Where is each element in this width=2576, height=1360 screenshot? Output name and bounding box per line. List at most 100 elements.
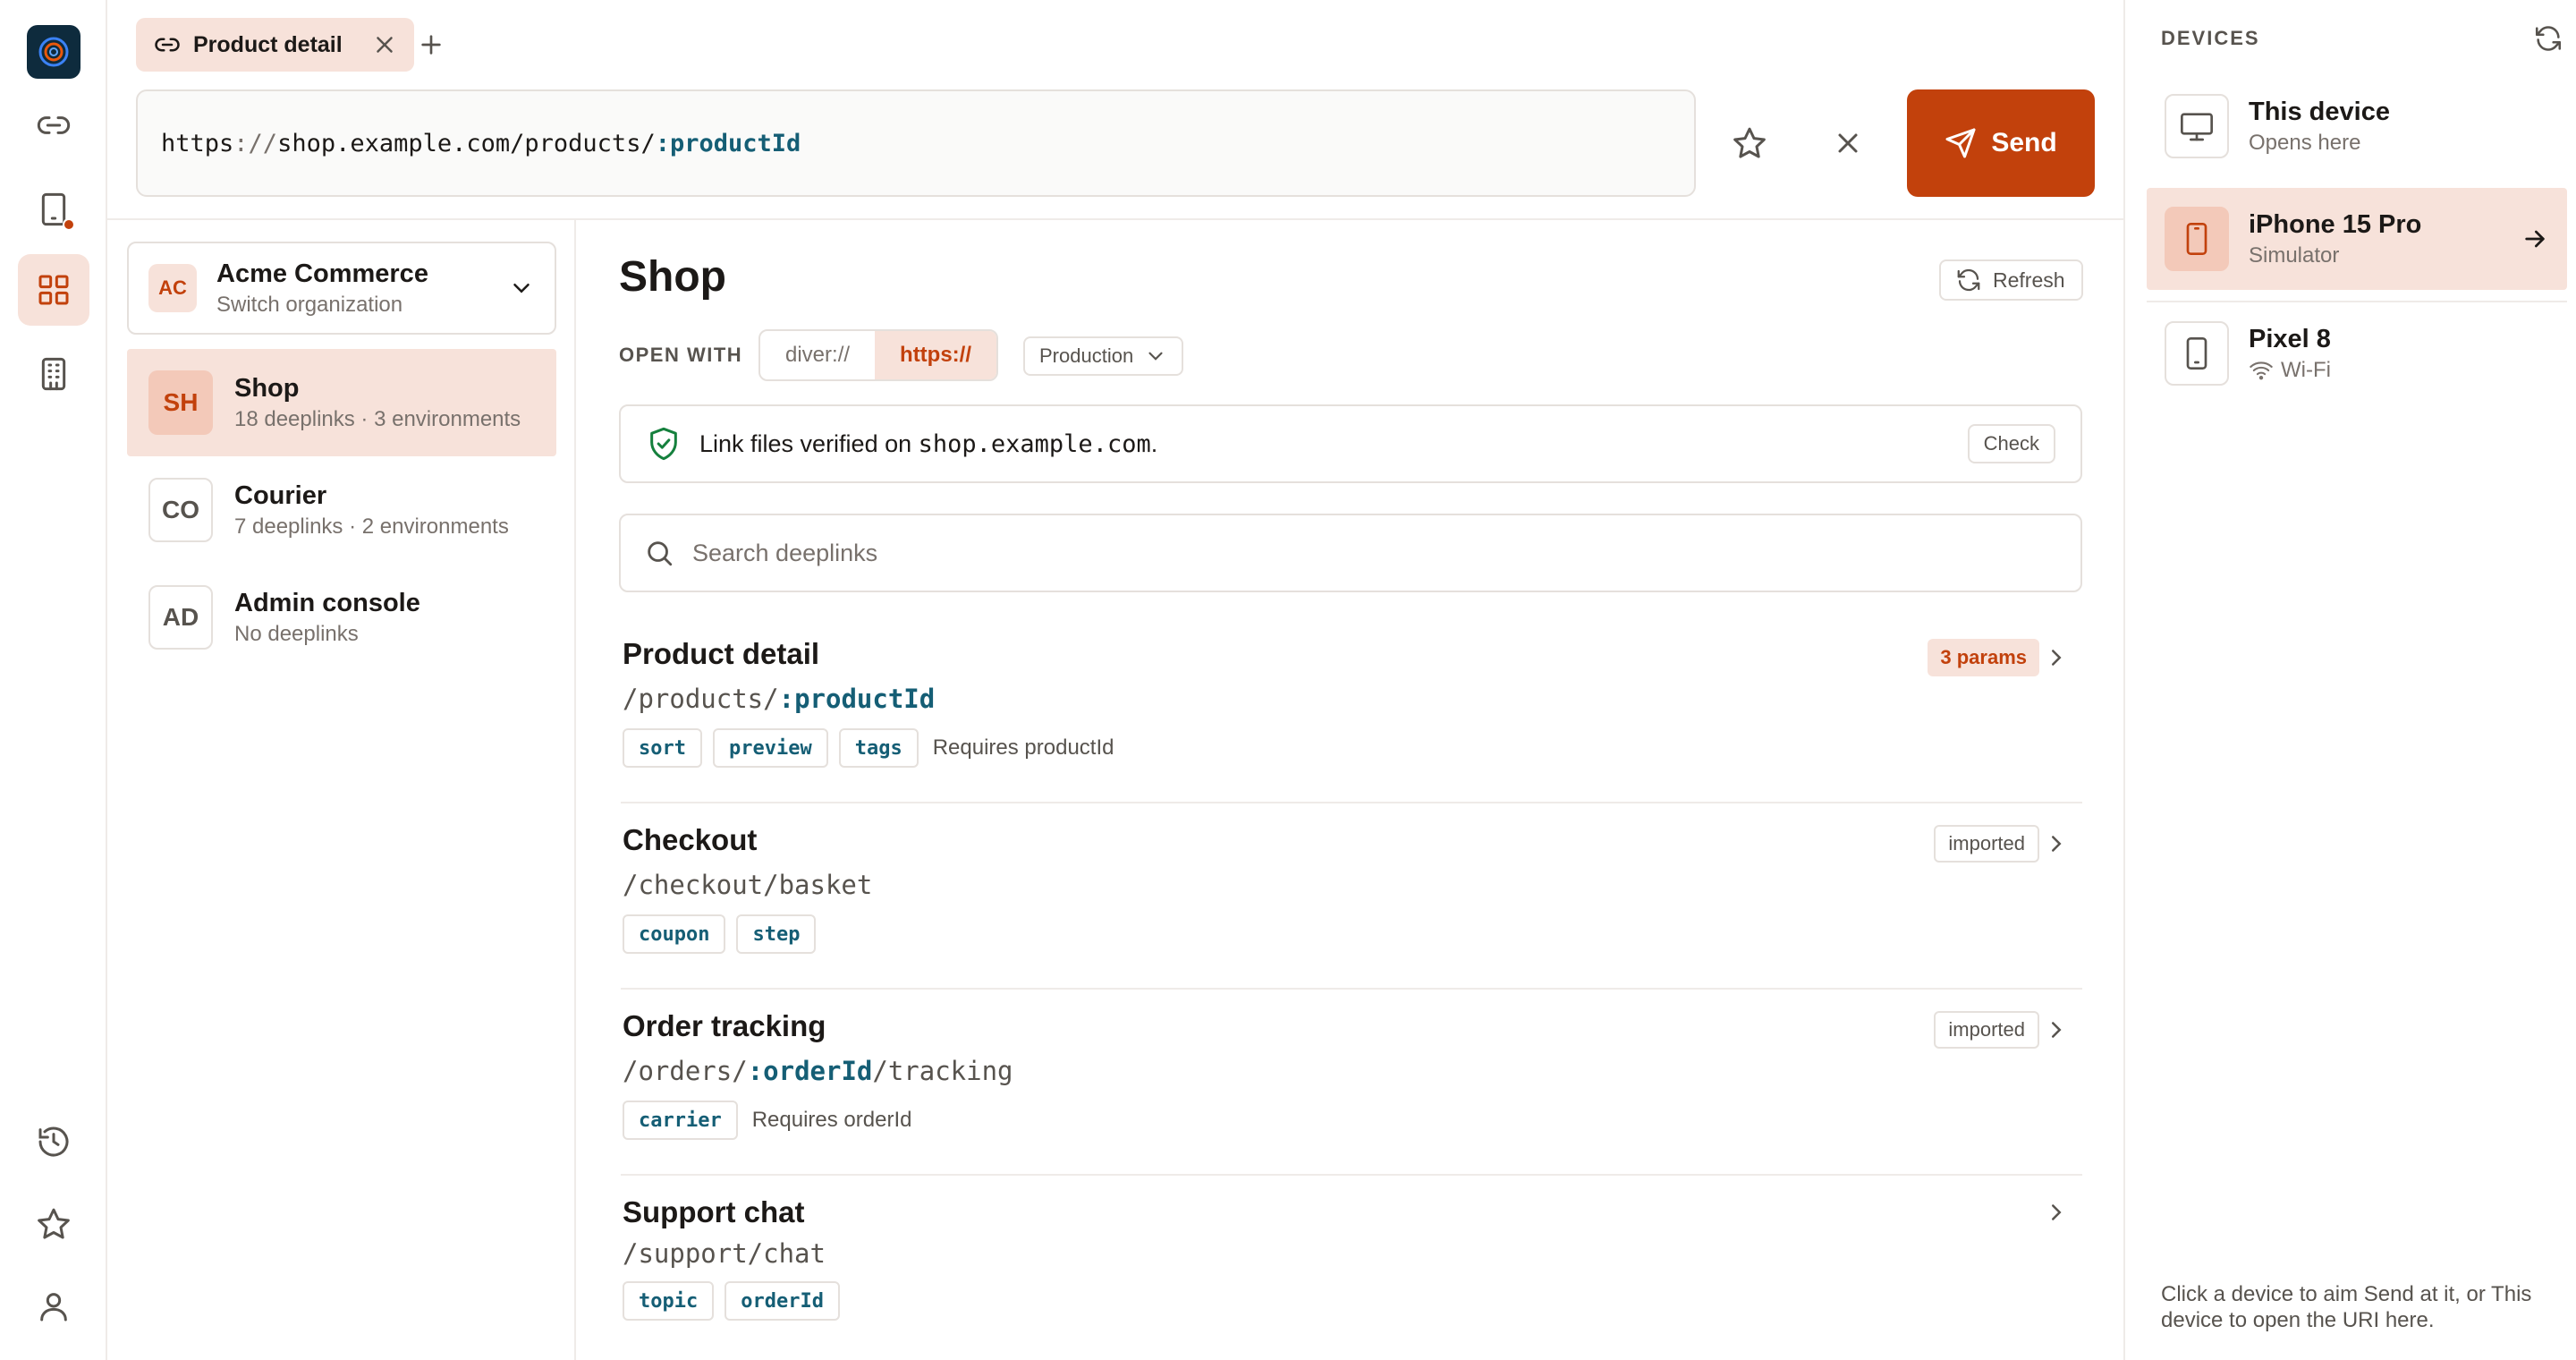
device-iphone-15-pro[interactable]: iPhone 15 Pro Simulator [2147, 188, 2567, 290]
rail-deeplinks-button[interactable] [18, 89, 89, 161]
param-chip[interactable]: preview [712, 728, 828, 768]
project-subtitle: 18 deeplinks · 3 environments [234, 406, 521, 431]
scheme-option-https[interactable]: https:// [875, 331, 997, 379]
org-subtitle: Switch organization [216, 292, 403, 317]
device-icon-box [2165, 207, 2229, 271]
project-item-courier[interactable]: CO Courier 7 deeplinks · 2 environments [127, 456, 556, 564]
wifi-icon [2250, 361, 2273, 379]
rail-account-button[interactable] [18, 1271, 89, 1342]
refresh-icon[interactable] [2533, 23, 2563, 54]
search-icon [648, 541, 673, 566]
rail-projects-button[interactable] [18, 254, 89, 326]
organization-switcher[interactable]: AC Acme Commerce Switch organization [127, 242, 556, 335]
deeplink-name: Order tracking [623, 1009, 826, 1042]
verification-prefix: Link files verified on [699, 429, 919, 457]
new-tab-button[interactable] [411, 25, 451, 64]
param-chip[interactable]: carrier [623, 1101, 738, 1140]
check-button[interactable]: Check [1967, 424, 2055, 463]
deeplink-path: /checkout/basket [623, 870, 872, 900]
requires-note: Requires productId [932, 735, 1114, 760]
grid-icon [38, 275, 69, 305]
deeplink-path: /orders/:orderId/tracking [623, 1056, 1013, 1086]
scheme-option-diver[interactable]: diver:// [760, 331, 875, 379]
deeplink-row-support-chat[interactable]: Support chat /support/chat topic orderId [621, 1176, 2082, 1360]
device-icon-box [2165, 94, 2229, 158]
url-input[interactable]: https://shop.example.com/products/:produ… [136, 89, 1696, 197]
monitor-icon [2181, 113, 2213, 141]
send-label: Send [1991, 128, 2057, 157]
search-input[interactable] [692, 539, 2034, 567]
deeplink-path: /support/chat [623, 1238, 826, 1269]
clear-url-button[interactable] [1825, 120, 1871, 166]
project-item-admin-console[interactable]: AD Admin console No deeplinks [127, 564, 556, 671]
device-subtitle-text: Wi-Fi [2281, 357, 2331, 382]
link-icon [155, 38, 180, 52]
environment-value: Production [1039, 344, 1134, 367]
tab-product-detail[interactable]: Product detail [136, 18, 414, 72]
device-this-device[interactable]: This device Opens here [2147, 75, 2567, 177]
chevron-down-icon [1148, 352, 1163, 361]
deeplink-name: Support chat [623, 1195, 805, 1228]
device-subtitle-text: Opens here [2249, 130, 2361, 155]
org-avatar: AC [148, 264, 197, 312]
app-logo[interactable] [27, 25, 80, 79]
param-chip[interactable]: coupon [623, 914, 726, 954]
params-badge: 3 params [1928, 639, 2039, 676]
refresh-icon [1957, 268, 1980, 292]
org-name: Acme Commerce [216, 259, 428, 288]
project-avatar: SH [148, 370, 213, 435]
device-pixel-8[interactable]: Pixel 8 Wi-Fi [2147, 302, 2567, 404]
param-chip[interactable]: orderId [724, 1281, 840, 1321]
rail-devices-button[interactable] [18, 174, 89, 245]
project-name: Courier [234, 480, 327, 510]
path-param: :orderId [747, 1056, 873, 1086]
chevron-right-icon [2052, 1022, 2062, 1038]
refresh-label: Refresh [1993, 268, 2065, 292]
project-item-shop[interactable]: SH Shop 18 deeplinks · 3 environments [127, 349, 556, 456]
target-logo-icon [38, 37, 69, 67]
rail-favorites-button[interactable] [18, 1188, 89, 1260]
path-segment: /checkout/basket [623, 870, 873, 900]
param-chips: coupon step [623, 914, 817, 954]
plus-icon [421, 35, 441, 55]
param-chip[interactable]: topic [623, 1281, 715, 1321]
arrow-right-icon [2525, 230, 2545, 248]
param-chips: topic orderId [623, 1281, 840, 1321]
page-title: Shop [619, 253, 726, 301]
rail-history-button[interactable] [18, 1106, 89, 1177]
device-subtitle: Wi-Fi [2249, 358, 2549, 383]
verified-domain: shop.example.com [918, 429, 1151, 458]
deeplink-name: Product detail [623, 637, 820, 670]
deeplink-row-order-tracking[interactable]: Order tracking imported /orders/:orderId… [621, 990, 2082, 1176]
param-chip[interactable]: tags [838, 728, 919, 768]
devices-panel: DEVICES This device Opens here iPhone 15… [2123, 0, 2576, 1360]
deeplink-path: /products/:productId [623, 684, 935, 714]
chevron-right-icon [2052, 650, 2062, 666]
shield-check-icon [650, 427, 677, 461]
rail-organization-button[interactable] [18, 338, 89, 410]
favorite-button[interactable] [1726, 120, 1773, 166]
deeplink-row-checkout[interactable]: Checkout imported /checkout/basket coupo… [621, 803, 2082, 990]
send-button[interactable]: Send [1907, 89, 2095, 197]
send-icon [1945, 128, 1976, 158]
url-param: :productId [655, 129, 801, 157]
device-icon-box [2165, 321, 2229, 386]
requires-note: Requires orderId [751, 1108, 912, 1132]
refresh-button[interactable]: Refresh [1939, 259, 2083, 301]
path-segment: /products/ [623, 684, 779, 714]
star-icon [38, 1208, 70, 1239]
path-param: :productId [778, 684, 936, 714]
param-chip[interactable]: sort [623, 728, 702, 768]
verification-suffix: . [1150, 429, 1158, 457]
deeplink-row-product-detail[interactable]: Product detail 3 params /products/:produ… [621, 617, 2082, 803]
url-separator: :// [233, 129, 278, 157]
path-segment: /orders/ [623, 1056, 748, 1086]
app-rail [0, 0, 107, 1360]
tab-close-button[interactable] [371, 31, 398, 58]
device-subtitle: Opens here [2249, 131, 2549, 156]
param-chip[interactable]: step [736, 914, 817, 954]
close-icon [1838, 133, 1858, 153]
star-icon [1733, 127, 1766, 158]
environment-select[interactable]: Production [1023, 336, 1184, 376]
open-with-label: OPEN WITH [619, 344, 743, 366]
